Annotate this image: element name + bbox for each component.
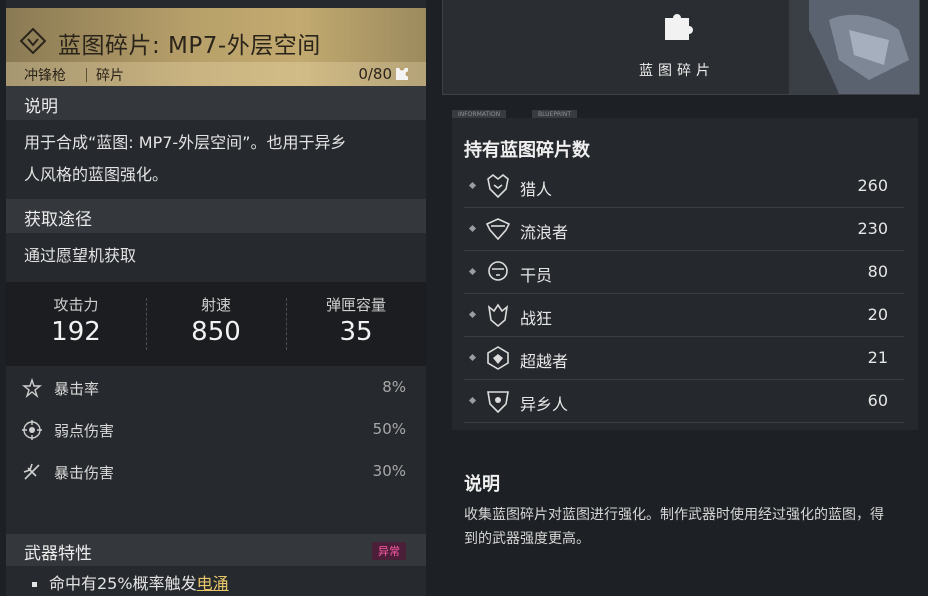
diamond-bullet-icon bbox=[468, 310, 477, 319]
hunter-icon bbox=[487, 173, 509, 199]
attribute-value: 50% bbox=[372, 420, 406, 438]
item-header: 蓝图碎片: MP7-外层空间 冲锋枪 碎片 0/80 bbox=[6, 8, 426, 86]
attribute-label: 弱点伤害 bbox=[54, 422, 115, 440]
item-category: 冲锋枪 bbox=[24, 68, 66, 84]
holding-value: 60 bbox=[867, 391, 888, 410]
stat-label: 攻击力 bbox=[53, 296, 99, 314]
stat-label: 弹匣容量 bbox=[325, 296, 386, 314]
holding-name: 流浪者 bbox=[520, 223, 569, 242]
holdings-panel: 持有蓝图碎片数 猎人 260 流浪者 230 干员 80 战狂 20 超越者 2… bbox=[452, 118, 918, 430]
holding-name: 异乡人 bbox=[520, 395, 569, 414]
weapon-trait-heading-bar: 武器特性 异常 bbox=[6, 534, 426, 566]
item-count: 0/80 bbox=[358, 65, 392, 83]
attribute-row: 暴击伤害 30% bbox=[6, 454, 426, 492]
stat-attack: 攻击力 192 bbox=[6, 294, 146, 347]
holding-row: 异乡人 60 bbox=[464, 380, 904, 423]
source-heading-bar: 获取途径 bbox=[6, 199, 426, 233]
diamond-bullet-icon bbox=[468, 267, 477, 276]
diamond-bullet-icon bbox=[468, 224, 477, 233]
holding-name: 猎人 bbox=[520, 180, 553, 199]
weakspot-icon bbox=[22, 420, 42, 440]
description-heading: 说明 bbox=[24, 97, 58, 117]
description-line-2: 人风格的蓝图强化。 bbox=[24, 165, 169, 184]
tag-divider bbox=[86, 68, 87, 82]
attribute-label: 暴击率 bbox=[54, 380, 100, 398]
stat-magazine: 弹匣容量 35 bbox=[286, 294, 426, 347]
anomaly-badge: 异常 bbox=[372, 542, 406, 560]
attribute-row: 暴击率 8% bbox=[6, 370, 426, 408]
stat-value: 850 bbox=[191, 317, 241, 347]
source-text: 通过愿望机获取 bbox=[24, 246, 137, 265]
blueprint-diamond-icon bbox=[20, 28, 46, 54]
holding-row: 战狂 20 bbox=[464, 294, 904, 337]
puzzle-icon bbox=[665, 14, 693, 40]
holding-value: 20 bbox=[867, 305, 888, 324]
holding-name: 战狂 bbox=[520, 309, 553, 328]
weapon-artwork bbox=[789, 0, 919, 94]
preview-label: 蓝图碎片 bbox=[639, 63, 715, 79]
blueprint-preview: 蓝图碎片 bbox=[442, 0, 920, 95]
crit-damage-icon bbox=[23, 463, 40, 480]
stat-fire-rate: 射速 850 bbox=[146, 294, 286, 347]
holding-name: 干员 bbox=[520, 266, 553, 285]
holding-value: 230 bbox=[857, 219, 888, 238]
source-heading: 获取途径 bbox=[24, 210, 92, 230]
diamond-bullet-icon bbox=[468, 181, 477, 190]
holding-row: 干员 80 bbox=[464, 251, 904, 294]
holding-value: 21 bbox=[867, 348, 888, 367]
trait-line: 命中有25%概率触发电涌 bbox=[32, 570, 229, 594]
description-heading-bar: 说明 bbox=[6, 86, 426, 120]
stat-value: 35 bbox=[339, 317, 373, 347]
transcender-icon bbox=[487, 346, 509, 370]
stat-value: 192 bbox=[51, 317, 101, 347]
berserker-icon bbox=[487, 303, 509, 328]
attribute-label: 暴击伤害 bbox=[54, 464, 115, 482]
description-line-1: 用于合成“蓝图: MP7-外层空间”。也用于异乡 bbox=[24, 133, 347, 152]
bullet-icon bbox=[32, 582, 37, 587]
puzzle-icon bbox=[396, 68, 408, 80]
crit-rate-icon bbox=[22, 378, 42, 398]
stat-label: 射速 bbox=[200, 296, 231, 314]
diamond-bullet-icon bbox=[468, 396, 477, 405]
right-description-heading: 说明 bbox=[464, 474, 500, 495]
item-type-bar: 冲锋枪 碎片 0/80 bbox=[6, 62, 426, 86]
holding-name: 超越者 bbox=[520, 352, 569, 371]
stats-box: 攻击力 192 射速 850 弹匣容量 35 bbox=[6, 282, 426, 366]
holding-row: 猎人 260 bbox=[464, 165, 904, 208]
holding-value: 80 bbox=[867, 262, 888, 281]
right-description-text: 收集蓝图碎片对蓝图进行强化。制作武器时使用经过强化的蓝图，得到的武器强度更高。 bbox=[464, 507, 884, 547]
wanderer-icon bbox=[485, 218, 511, 241]
attribute-row: 弱点伤害 50% bbox=[6, 412, 426, 450]
outlander-icon bbox=[487, 391, 509, 414]
item-type: 碎片 bbox=[96, 68, 124, 84]
surge-link[interactable]: 电涌 bbox=[197, 574, 229, 593]
attribute-value: 8% bbox=[382, 378, 406, 396]
diamond-bullet-icon bbox=[468, 353, 477, 362]
holding-value: 260 bbox=[857, 176, 888, 195]
holding-row: 流浪者 230 bbox=[464, 208, 904, 251]
attribute-value: 30% bbox=[372, 462, 406, 480]
weapon-trait-heading: 武器特性 bbox=[24, 544, 92, 564]
item-title: 蓝图碎片: MP7-外层空间 bbox=[58, 33, 321, 59]
trait-text: 命中有25%概率触发 bbox=[49, 574, 197, 593]
holdings-title: 持有蓝图碎片数 bbox=[464, 140, 590, 161]
operator-icon bbox=[488, 261, 508, 281]
holding-row: 超越者 21 bbox=[464, 337, 904, 380]
item-detail-panel: 蓝图碎片: MP7-外层空间 冲锋枪 碎片 0/80 说明 用于合成“蓝图: M… bbox=[6, 0, 426, 596]
